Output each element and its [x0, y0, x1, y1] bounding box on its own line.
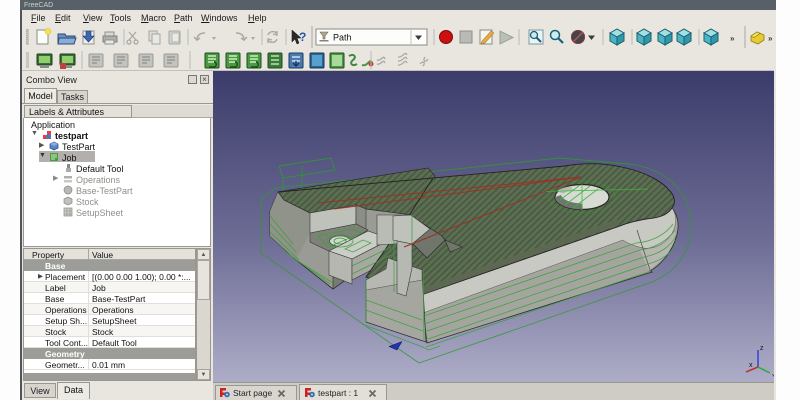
svg-text:»: » — [768, 34, 773, 43]
svg-text:Path: Path — [333, 33, 352, 43]
svg-text:?: ? — [299, 30, 306, 44]
svg-text:»: » — [730, 34, 735, 43]
svg-text:z: z — [760, 345, 764, 352]
svg-text:Y: Y — [772, 374, 774, 381]
svg-text:x: x — [749, 362, 753, 369]
